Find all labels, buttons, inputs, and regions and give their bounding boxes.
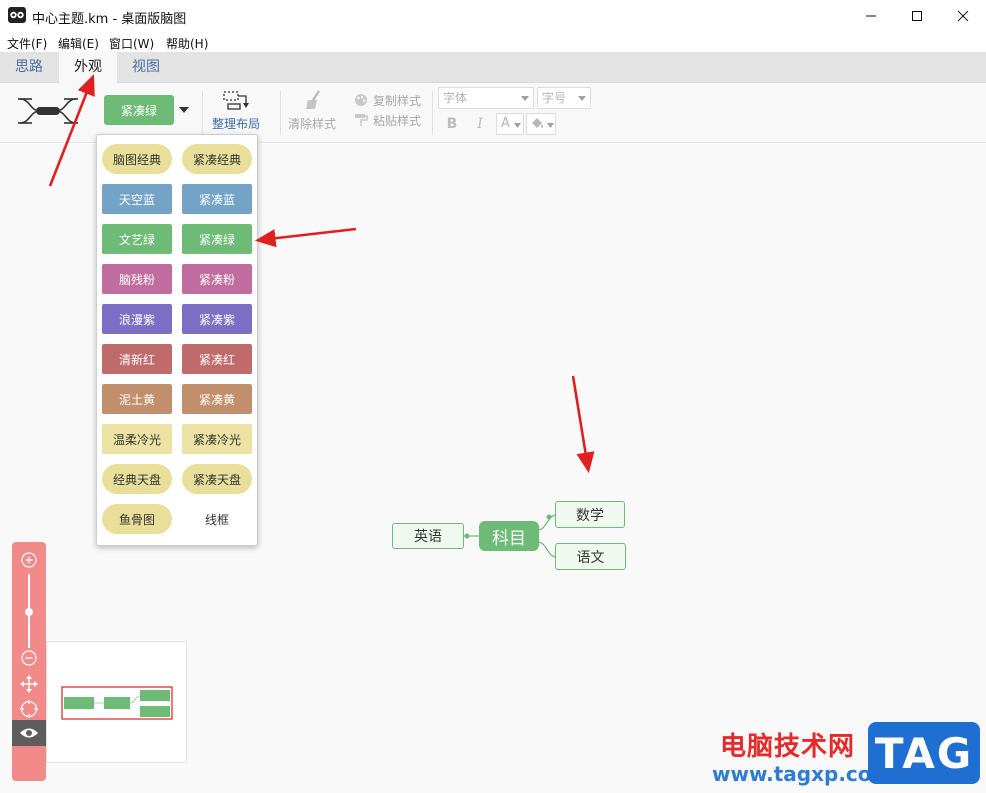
- theme-dropdown-menu: 脑图经典 紧凑经典 天空蓝 紧凑蓝 文艺绿 紧凑绿 脑残粉 紧凑粉 浪漫紫 紧凑紫 清新红 紧凑红 泥土…: [96, 134, 258, 546]
- theme-option[interactable]: 紧凑蓝: [182, 184, 252, 214]
- theme-option[interactable]: 紧凑绿: [182, 224, 252, 254]
- theme-option[interactable]: 线框: [182, 504, 252, 534]
- zoom-out-icon: [21, 650, 37, 666]
- theme-option[interactable]: 紧凑冷光: [182, 424, 252, 454]
- theme-option[interactable]: 脑图经典: [102, 144, 172, 174]
- theme-option[interactable]: 清新红: [102, 344, 172, 374]
- theme-option[interactable]: 紧凑黄: [182, 384, 252, 414]
- move-icon: [20, 675, 38, 693]
- theme-option[interactable]: 经典天盘: [102, 464, 172, 494]
- watermark-tag-logo: TAG: [868, 722, 980, 784]
- theme-option[interactable]: 脑残粉: [102, 264, 172, 294]
- zoom-out-button[interactable]: [12, 648, 46, 668]
- mindmap-node-chinese[interactable]: 语文: [555, 543, 626, 570]
- minimap-preview: [61, 686, 173, 720]
- zoom-in-icon: [21, 552, 37, 568]
- target-icon: [20, 700, 38, 718]
- locate-root-button[interactable]: [12, 698, 46, 720]
- theme-option[interactable]: 鱼骨图: [102, 504, 172, 534]
- theme-option[interactable]: 天空蓝: [102, 184, 172, 214]
- zoom-panel: [12, 542, 46, 781]
- mindmap-root-node[interactable]: 科目: [479, 521, 539, 551]
- theme-option[interactable]: 紧凑红: [182, 344, 252, 374]
- theme-option[interactable]: 紧凑天盘: [182, 464, 252, 494]
- theme-option[interactable]: 紧凑粉: [182, 264, 252, 294]
- minimap[interactable]: [46, 641, 187, 763]
- theme-option[interactable]: 紧凑紫: [182, 304, 252, 334]
- zoom-in-button[interactable]: [12, 550, 46, 570]
- theme-option[interactable]: 紧凑经典: [182, 144, 252, 174]
- toggle-minimap-button[interactable]: [12, 720, 46, 746]
- move-canvas-button[interactable]: [12, 674, 46, 694]
- theme-option[interactable]: 浪漫紫: [102, 304, 172, 334]
- mindmap-node-math[interactable]: 数学: [555, 501, 625, 528]
- zoom-slider[interactable]: [25, 574, 33, 648]
- watermark-text: 电脑技术网: [720, 732, 856, 762]
- theme-option[interactable]: 文艺绿: [102, 224, 172, 254]
- theme-option[interactable]: 泥土黄: [102, 384, 172, 414]
- eye-icon: [20, 728, 38, 738]
- zoom-slider-thumb[interactable]: [25, 608, 33, 616]
- watermark-url: www.tagxp.com: [712, 762, 893, 786]
- mindmap-node-english[interactable]: 英语: [392, 523, 464, 549]
- theme-option[interactable]: 温柔冷光: [102, 424, 172, 454]
